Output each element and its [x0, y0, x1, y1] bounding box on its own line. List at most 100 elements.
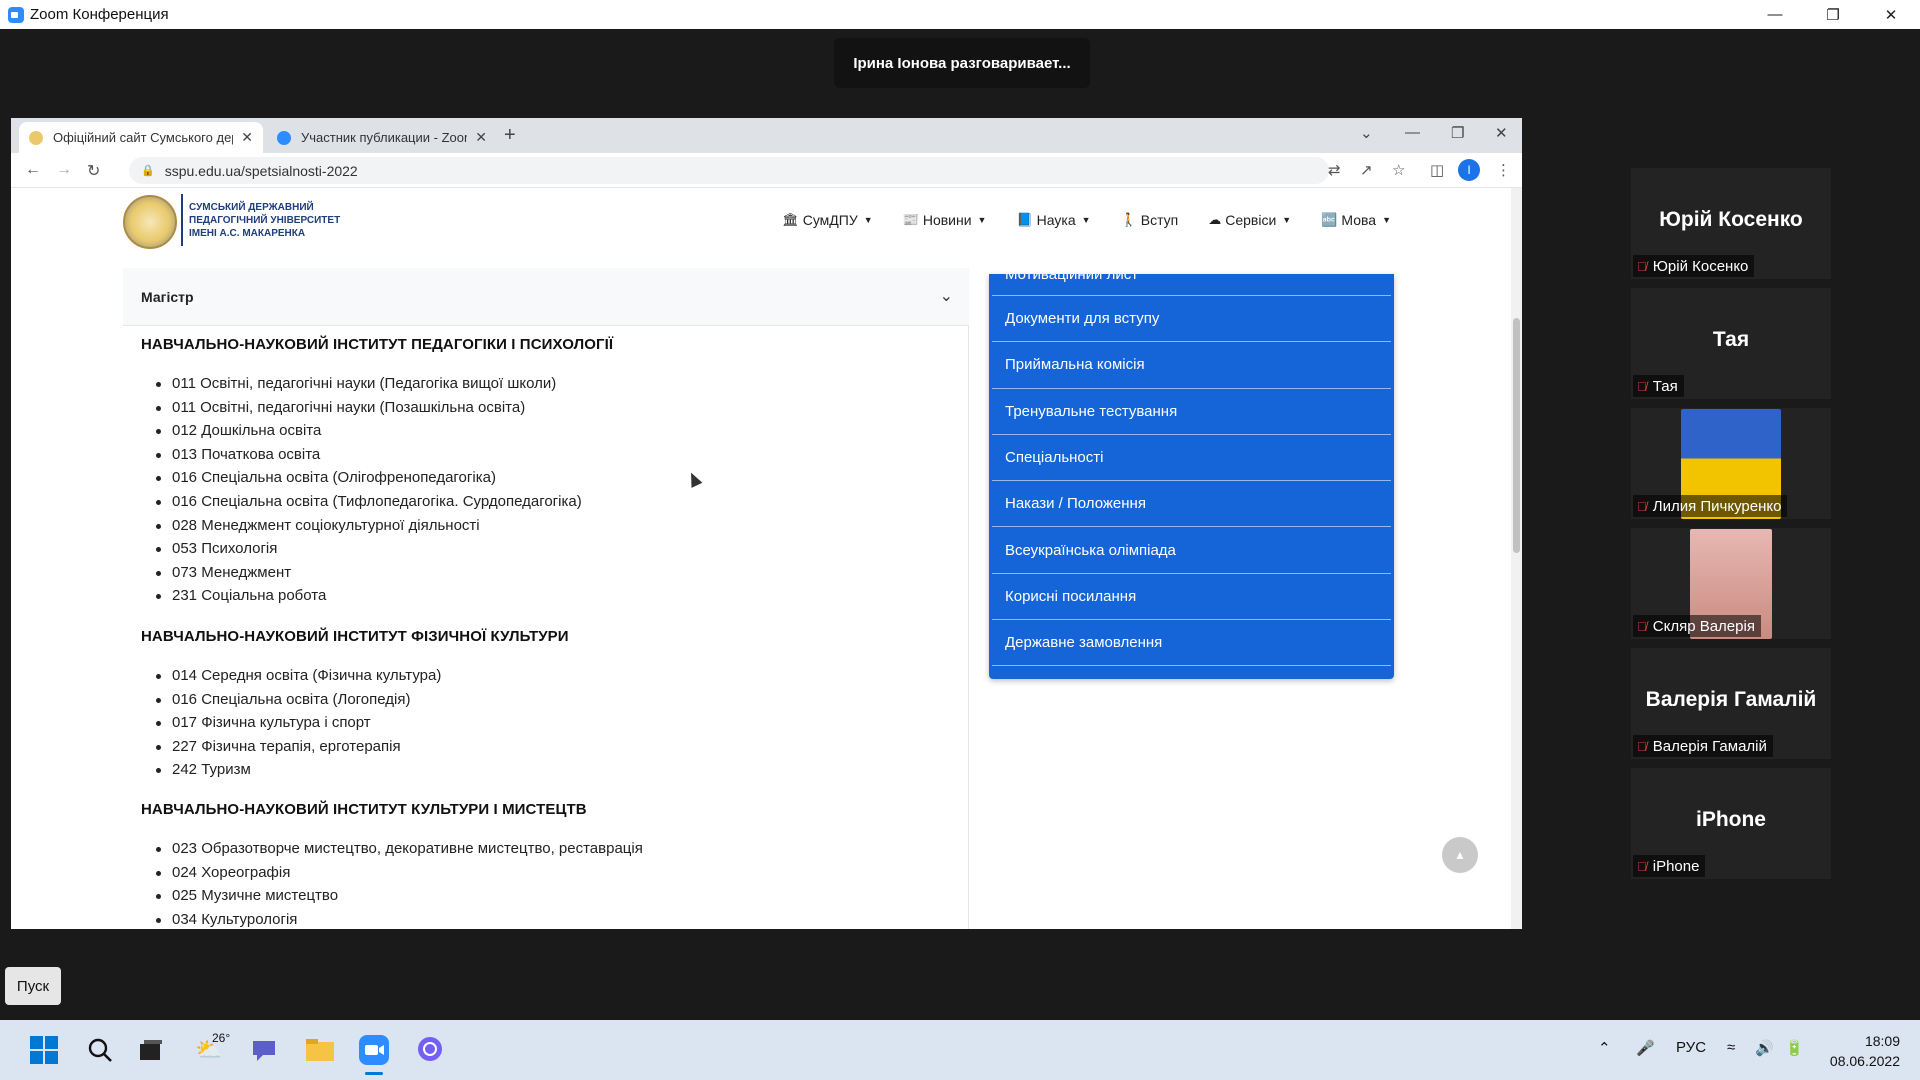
- admission-side-menu: Мотиваційний лист Документи для вступу При…: [989, 274, 1394, 679]
- participant-name: Тая: [1652, 377, 1678, 395]
- new-tab-icon[interactable]: +: [504, 124, 516, 147]
- windows-start-icon[interactable]: [24, 1030, 64, 1070]
- page-scrollbar[interactable]: [1511, 188, 1522, 929]
- university-name[interactable]: СУМСЬКИЙ ДЕРЖАВНИЙ ПЕДАГОГІЧНИЙ УНІВЕРСИ…: [189, 201, 349, 240]
- side-menu-item[interactable]: Документи для вступу: [992, 296, 1391, 343]
- university-name-line: ІМЕНІ А.С. МАКАРЕНКА: [189, 228, 306, 239]
- nav-item-sumdpu[interactable]: 🏛 СумДПУ ▼: [782, 212, 872, 228]
- side-menu-item[interactable]: Приймальна комісія: [992, 342, 1391, 389]
- reload-icon[interactable]: ↻: [87, 161, 100, 181]
- volume-icon[interactable]: 🔊: [1755, 1039, 1774, 1057]
- forward-arrow-icon[interactable]: →: [56, 161, 72, 179]
- side-menu-item[interactable]: Державне замовлення: [992, 620, 1391, 667]
- browser-maximize-icon[interactable]: ❐: [1451, 124, 1464, 142]
- search-icon[interactable]: [80, 1030, 120, 1070]
- nav-item-science[interactable]: 📘 Наука ▼: [1016, 212, 1090, 228]
- specialty-list: 023 Образотворче мистецтво, декоративне …: [141, 837, 643, 929]
- share-icon[interactable]: ↗: [1360, 161, 1373, 179]
- translate-icon[interactable]: ⇄: [1328, 161, 1341, 179]
- university-emblem-icon[interactable]: [123, 195, 177, 249]
- participant-tile[interactable]: 🎙̸ Лилия Пичкуренко: [1631, 408, 1831, 519]
- participant-tile[interactable]: Тая 🎙̸ Тая: [1631, 288, 1831, 399]
- battery-icon[interactable]: 🔋: [1785, 1039, 1804, 1057]
- participant-name: iPhone: [1652, 857, 1700, 875]
- side-menu-label: Мотиваційний лист: [1005, 274, 1139, 283]
- zoom-favicon-icon: [277, 130, 291, 145]
- participant-tile[interactable]: Юрій Косенко 🎙̸ Юрій Косенко: [1631, 168, 1831, 279]
- side-menu-label: Всеукраїнська олімпіада: [1005, 541, 1176, 559]
- file-explorer-icon[interactable]: [300, 1030, 340, 1070]
- specialty-list: 011 Освітні, педагогічні науки (Педагогі…: [141, 372, 582, 608]
- side-menu-item[interactable]: Всеукраїнська олімпіада: [992, 527, 1391, 574]
- muted-microphone-icon: 🎙̸: [1637, 498, 1647, 514]
- chevron-down-icon[interactable]: ⌄: [940, 286, 953, 306]
- minimize-icon[interactable]: —: [1746, 0, 1804, 29]
- tab-sspu-site[interactable]: Офіційний сайт Сумського держ ✕: [19, 122, 263, 153]
- nav-label: Вступ: [1140, 212, 1179, 228]
- scrollbar-thumb[interactable]: [1513, 318, 1520, 553]
- taskbar-clock[interactable]: 18:09 08.06.2022: [1830, 1031, 1900, 1071]
- profile-avatar[interactable]: I: [1458, 159, 1480, 181]
- viber-app-icon[interactable]: [410, 1030, 450, 1070]
- specialty-item: 012 Дошкільна освіта: [141, 419, 582, 443]
- nav-item-admission[interactable]: 🚶 Вступ: [1121, 212, 1179, 228]
- participant-tile[interactable]: iPhone 🎙̸ iPhone: [1631, 768, 1831, 879]
- participant-display-name: Тая: [1712, 328, 1750, 351]
- nav-item-language[interactable]: 🔤 Мова ▼: [1321, 212, 1391, 228]
- specialty-item: 227 Фізична терапія, ерготерапія: [141, 735, 441, 759]
- side-menu-item[interactable]: Мотиваційний лист: [992, 274, 1391, 296]
- participant-tile[interactable]: Валерія Гамалій 🎙̸ Валерія Гамалій: [1631, 648, 1831, 759]
- tab-close-icon[interactable]: ✕: [475, 129, 487, 146]
- participant-tile[interactable]: 🎙̸ Скляр Валерія: [1631, 528, 1831, 639]
- browser-close-icon[interactable]: ✕: [1495, 124, 1508, 142]
- side-menu-item[interactable]: Корисні посилання: [992, 574, 1391, 621]
- browser-minimize-icon[interactable]: —: [1405, 124, 1420, 141]
- site-main-nav: 🏛 СумДПУ ▼ 📰 Новини ▼ 📘 Наука ▼ 🚶 Вступ ☁ Сервіс…: [782, 212, 1391, 228]
- side-menu-label: Накази / Положення: [1005, 495, 1146, 513]
- accordion-master-header[interactable]: Магістр ⌄: [123, 268, 969, 326]
- university-name-line: СУМСЬКИЙ ДЕРЖАВНИЙ: [189, 202, 314, 213]
- side-menu-item[interactable]: Програми вступних випробувань: [992, 666, 1391, 679]
- participant-name-tag: 🎙̸ Юрій Косенко: [1633, 255, 1755, 277]
- participant-name: Скляр Валерія: [1652, 617, 1755, 635]
- omnibox[interactable]: 🔒 sspu.edu.ua/spetsialnosti-2022: [129, 157, 1329, 184]
- tab-zoom-participant[interactable]: Участник публикации - Zoom ✕: [267, 122, 497, 153]
- close-icon[interactable]: ✕: [1862, 0, 1920, 29]
- zoom-app-icon[interactable]: [354, 1030, 394, 1070]
- institute-title: НАВЧАЛЬНО-НАУКОВИЙ ІНСТИТУТ ПЕДАГОГІКИ І…: [141, 336, 614, 353]
- chevron-down-icon: ▼: [1382, 215, 1391, 225]
- bookmark-star-icon[interactable]: ☆: [1392, 161, 1405, 179]
- nav-item-news[interactable]: 📰 Новини ▼: [903, 212, 987, 228]
- task-view-icon[interactable]: [131, 1030, 171, 1070]
- specialties-content: НАВЧАЛЬНО-НАУКОВИЙ ІНСТИТУТ ПЕДАГОГІКИ І…: [123, 326, 969, 929]
- browser-tab-bar: Офіційний сайт Сумського держ ✕ Участник…: [11, 118, 1522, 153]
- side-panel-icon[interactable]: ◫: [1430, 161, 1444, 179]
- wifi-icon[interactable]: ≈: [1727, 1039, 1735, 1056]
- participant-name: Лилия Пичкуренко: [1652, 497, 1782, 515]
- restore-icon[interactable]: ❐: [1804, 0, 1862, 29]
- input-language[interactable]: РУС: [1676, 1039, 1706, 1056]
- newspaper-icon: 📰: [902, 212, 919, 227]
- participant-name-tag: 🎙̸ iPhone: [1633, 855, 1706, 877]
- nav-label: СумДПУ: [802, 212, 858, 228]
- back-arrow-icon[interactable]: ←: [25, 161, 41, 179]
- specialty-item: 013 Початкова освіта: [141, 443, 582, 467]
- scroll-to-top-button[interactable]: ▲: [1442, 837, 1478, 873]
- chevron-down-icon: ▼: [977, 215, 987, 225]
- show-hidden-icons-chevron-icon[interactable]: ⌃: [1598, 1039, 1611, 1057]
- tab-close-icon[interactable]: ✕: [241, 129, 253, 146]
- teams-chat-icon[interactable]: [244, 1030, 284, 1070]
- side-menu-item[interactable]: Накази / Положення: [992, 481, 1391, 528]
- side-menu-item[interactable]: Спеціальності: [992, 435, 1391, 482]
- specialty-item: 016 Спеціальна освіта (Олігофренопедагог…: [141, 466, 582, 490]
- nav-label: Новини: [922, 212, 972, 228]
- clock-date: 08.06.2022: [1829, 1053, 1900, 1069]
- zoom-window-title: Zoom Конференция: [30, 6, 169, 23]
- browser-menu-icon[interactable]: ⋮: [1496, 161, 1511, 179]
- nav-item-services[interactable]: ☁ Сервіси ▼: [1208, 212, 1291, 228]
- tab-search-chevron-icon[interactable]: ⌄: [1360, 124, 1373, 142]
- side-menu-item[interactable]: Тренувальне тестування: [992, 389, 1391, 435]
- microphone-icon[interactable]: 🎤: [1636, 1039, 1655, 1057]
- language-icon: 🔤: [1321, 212, 1338, 227]
- specialty-list: 014 Середня освіта (Фізична культура) 016…: [141, 664, 441, 782]
